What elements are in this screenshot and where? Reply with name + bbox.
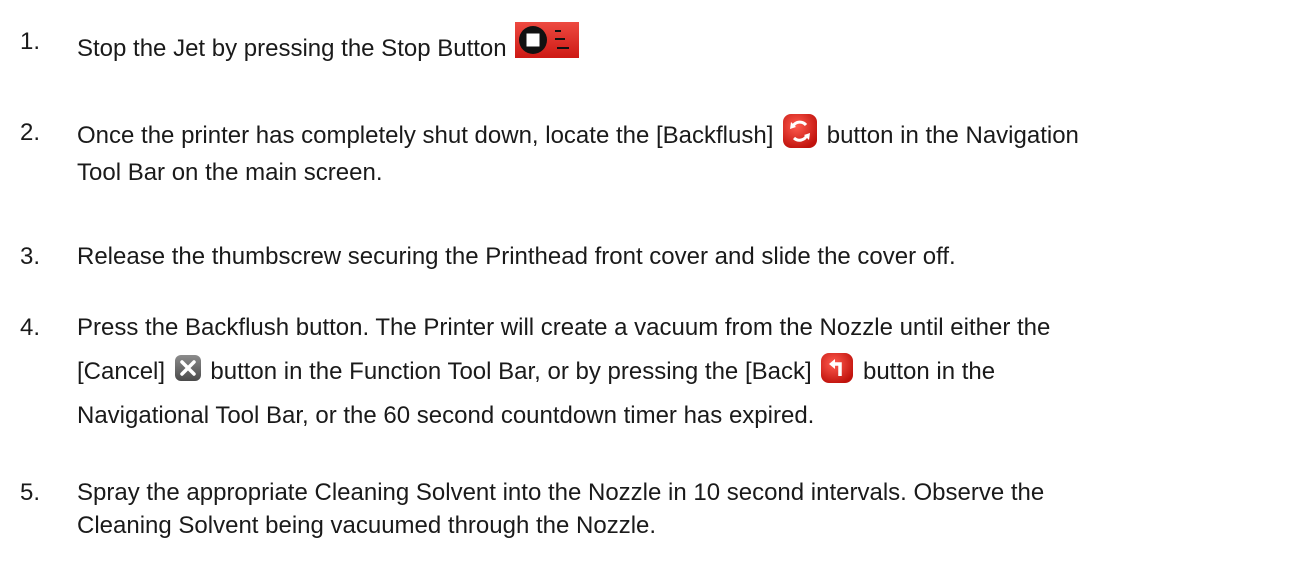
step-text: Press the Backflush button. The Printer … bbox=[77, 314, 1051, 341]
step-text: Stop the Jet by pressing the Stop Button bbox=[77, 35, 507, 62]
step-text: Cleaning Solvent being vacuumed through … bbox=[77, 512, 657, 539]
step-text: [Cancel] bbox=[77, 358, 166, 385]
step-text: Once the printer has completely shut dow… bbox=[77, 122, 774, 149]
cancel-button-icon bbox=[174, 354, 202, 382]
stop-jet-button-icon bbox=[515, 22, 580, 58]
step-number: 5. bbox=[20, 479, 41, 506]
step-text: Navigational Tool Bar, or the 60 second … bbox=[77, 402, 815, 429]
step-number: 3. bbox=[20, 243, 41, 270]
step-text: Release the thumbscrew securing the Prin… bbox=[77, 243, 956, 270]
step-text: Spray the appropriate Cleaning Solvent i… bbox=[77, 479, 1045, 506]
back-button-icon bbox=[820, 352, 854, 384]
step-text: button in the Navigation bbox=[826, 122, 1079, 149]
step-text: Tool Bar on the main screen. bbox=[77, 159, 383, 186]
step-text: button in the Function Tool Bar, or by p… bbox=[210, 358, 812, 385]
step-number: 4. bbox=[20, 314, 41, 341]
step-text: button in the bbox=[862, 358, 996, 385]
step-number: 1. bbox=[20, 28, 41, 55]
backflush-button-icon bbox=[782, 113, 818, 149]
step-number: 2. bbox=[20, 119, 41, 146]
